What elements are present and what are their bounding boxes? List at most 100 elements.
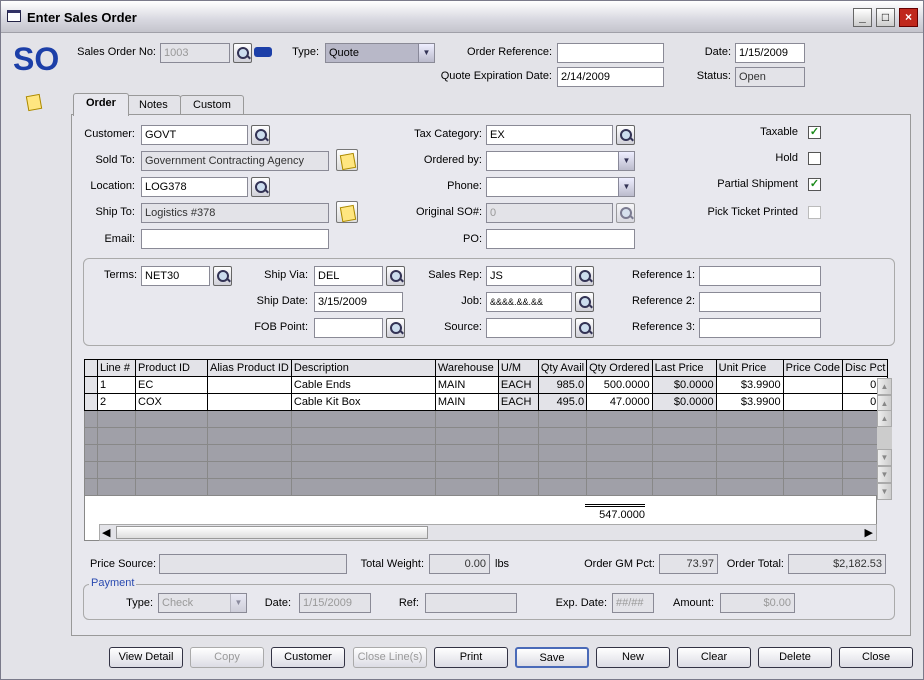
scroll-down-icon[interactable]: ▼ — [877, 449, 892, 466]
grid-cell[interactable]: 2 — [97, 393, 136, 411]
grid-cell[interactable]: 985.0 — [537, 376, 588, 394]
row-selector[interactable] — [84, 376, 98, 394]
grid-cell[interactable]: Cable Ends — [290, 376, 436, 394]
grid-cell[interactable]: 500.0000 — [586, 376, 653, 394]
ship-date-input[interactable]: 3/15/2009 — [314, 292, 403, 312]
terms-input[interactable]: NET30 — [141, 266, 210, 286]
tax-input[interactable]: EX — [486, 125, 613, 145]
hold-checkbox[interactable] — [808, 152, 821, 165]
location-input[interactable]: LOG378 — [141, 177, 248, 197]
column-header[interactable]: Qty Avail — [537, 359, 588, 377]
customer-input[interactable]: GOVT — [141, 125, 248, 145]
close-line-s-button[interactable]: Close Line(s) — [353, 647, 427, 668]
scroll-up-icon[interactable]: ▲ — [877, 410, 892, 427]
column-header[interactable]: U/M — [497, 359, 539, 377]
grid-cell[interactable]: $0.0000 — [651, 376, 717, 394]
column-header[interactable]: Alias Product ID — [207, 359, 292, 377]
tab-order[interactable]: Order — [73, 93, 129, 116]
table-row[interactable]: 1 EC Cable Ends MAIN EACH 985.0 500.0000 $0.000… — [84, 376, 889, 394]
grid-cell[interactable]: MAIN — [434, 393, 499, 411]
column-header[interactable]: Qty Ordered — [586, 359, 653, 377]
fob-input[interactable] — [314, 318, 383, 338]
phone-select[interactable]: ▼ — [486, 177, 635, 197]
job-input[interactable]: &&&&.&&.&& — [486, 292, 572, 312]
column-header[interactable]: Unit Price — [715, 359, 784, 377]
date-input[interactable]: 1/15/2009 — [735, 43, 805, 63]
column-header[interactable]: Product ID — [135, 359, 208, 377]
grid-cell[interactable]: $0.0000 — [651, 393, 717, 411]
horizontal-scrollbar[interactable]: ◀ ▶ — [99, 524, 877, 541]
ship-via-lookup-button[interactable] — [386, 266, 405, 286]
customer-lookup-button[interactable] — [251, 125, 270, 145]
grid-cell[interactable]: EACH — [497, 393, 539, 411]
copy-button[interactable]: Copy — [190, 647, 264, 668]
grid-cell[interactable]: COX — [135, 393, 208, 411]
table-row[interactable]: 2 COX Cable Kit Box MAIN EACH 495.0 47.0000 $0.… — [84, 393, 889, 411]
order-ref-input[interactable] — [557, 43, 664, 63]
clear-button[interactable]: Clear — [677, 647, 751, 668]
sales-rep-input[interactable]: JS — [486, 266, 572, 286]
edit-ship-to-button[interactable] — [336, 201, 358, 223]
scroll-bottom-icon[interactable]: ▼ — [877, 483, 892, 500]
column-header[interactable]: Disc Pct — [842, 359, 889, 377]
grid-cell[interactable]: $3.9900 — [715, 393, 784, 411]
column-header[interactable]: Last Price — [651, 359, 717, 377]
tab-custom[interactable]: Custom — [180, 95, 244, 115]
partial-shipment-checkbox[interactable]: ✓ — [808, 178, 821, 191]
terms-lookup-button[interactable] — [213, 266, 232, 286]
grid-cell[interactable] — [782, 376, 844, 394]
grid-cell[interactable] — [782, 393, 844, 411]
tax-lookup-button[interactable] — [616, 125, 635, 145]
ref2-input[interactable] — [699, 292, 821, 312]
grid-cell[interactable]: 1 — [97, 376, 136, 394]
column-header[interactable]: Warehouse — [434, 359, 499, 377]
grid-cell[interactable]: MAIN — [434, 376, 499, 394]
print-button[interactable]: Print — [434, 647, 508, 668]
column-header[interactable]: Price Code — [782, 359, 844, 377]
minimize-button[interactable]: _ — [853, 8, 872, 27]
orig-so-lookup-button[interactable] — [616, 203, 635, 223]
horizontal-scroll-thumb[interactable] — [116, 526, 428, 539]
new-button[interactable]: New — [596, 647, 670, 668]
scroll-left-icon[interactable]: ◀ — [102, 526, 110, 539]
grid-cell[interactable]: EC — [135, 376, 208, 394]
edit-sold-to-button[interactable] — [336, 149, 358, 171]
column-header[interactable]: Description — [290, 359, 436, 377]
ref1-input[interactable] — [699, 266, 821, 286]
source-input[interactable] — [486, 318, 572, 338]
ref3-input[interactable] — [699, 318, 821, 338]
vertical-scrollbar-track[interactable] — [877, 427, 892, 449]
job-lookup-button[interactable] — [575, 292, 594, 312]
grid-cell[interactable]: $3.9900 — [715, 376, 784, 394]
grid-cell[interactable] — [207, 393, 292, 411]
close-button[interactable]: Close — [839, 647, 913, 668]
sales-rep-lookup-button[interactable] — [575, 266, 594, 286]
save-button[interactable]: Save — [515, 647, 589, 668]
row-selector[interactable] — [84, 393, 98, 411]
grid-cell[interactable]: 495.0 — [537, 393, 588, 411]
tab-notes[interactable]: Notes — [126, 95, 181, 115]
so-lookup-button[interactable] — [233, 43, 252, 63]
delete-button[interactable]: Delete — [758, 647, 832, 668]
email-input[interactable] — [141, 229, 329, 249]
fob-lookup-button[interactable] — [386, 318, 405, 338]
source-lookup-button[interactable] — [575, 318, 594, 338]
po-input[interactable] — [486, 229, 635, 249]
column-header[interactable]: Line # — [97, 359, 136, 377]
view-detail-button[interactable]: View Detail — [109, 647, 183, 668]
location-lookup-button[interactable] — [251, 177, 270, 197]
key-icon[interactable] — [254, 47, 272, 57]
maximize-button[interactable]: □ — [876, 8, 895, 27]
close-window-button[interactable]: × — [899, 8, 918, 27]
ship-via-input[interactable]: DEL — [314, 266, 383, 286]
customer-button[interactable]: Customer — [271, 647, 345, 668]
grid-cell[interactable]: Cable Kit Box — [290, 393, 436, 411]
taxable-checkbox[interactable]: ✓ — [808, 126, 821, 139]
ordered-by-select[interactable]: ▼ — [486, 151, 635, 171]
grid-cell[interactable] — [207, 376, 292, 394]
quote-exp-input[interactable]: 2/14/2009 — [557, 67, 664, 87]
scroll-top-icon[interactable]: ▲ — [877, 378, 892, 395]
scroll-page-down-icon[interactable]: ▼ — [877, 466, 892, 483]
grid-cell[interactable]: EACH — [497, 376, 539, 394]
grid-cell[interactable]: 47.0000 — [586, 393, 653, 411]
